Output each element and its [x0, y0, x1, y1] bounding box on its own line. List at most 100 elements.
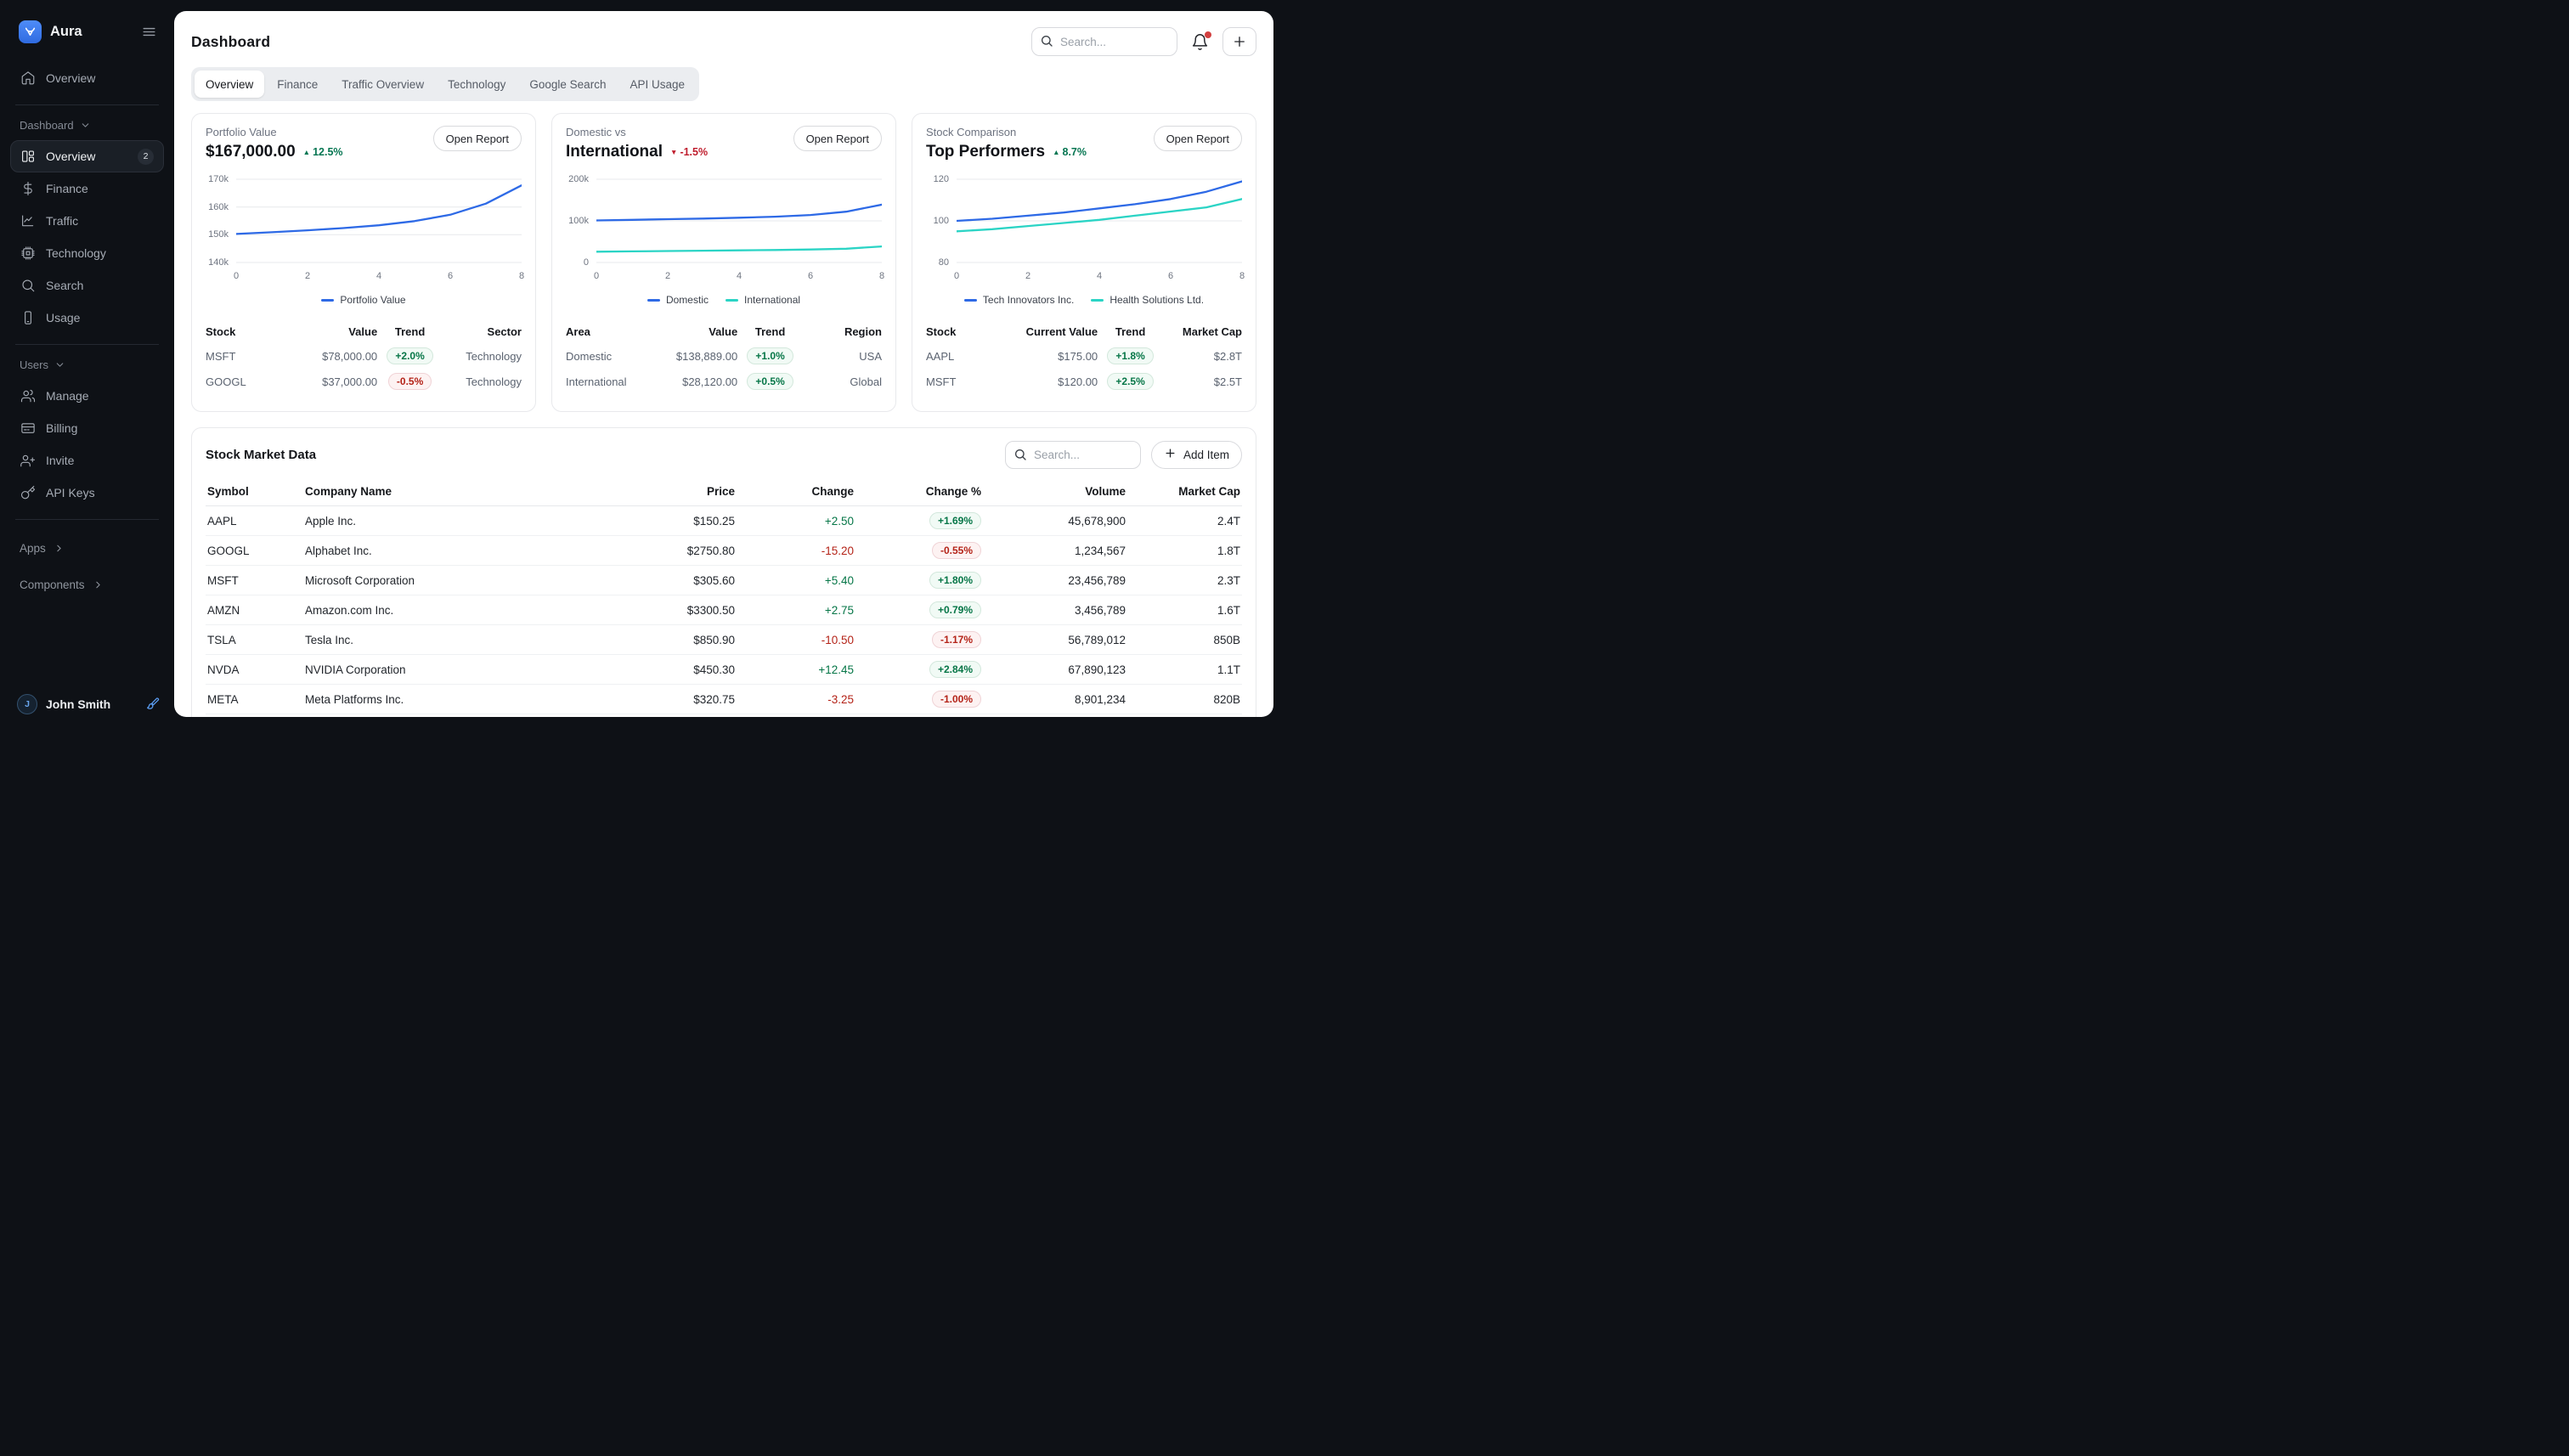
y-tick-label: 80: [939, 257, 949, 268]
y-tick-label: 0: [584, 257, 589, 268]
table-row: AMZN Amazon.com Inc. $3300.50 +2.75 +0.7…: [206, 595, 1242, 625]
sidebar-item-technology[interactable]: Technology: [10, 237, 164, 269]
add-item-button[interactable]: Add Item: [1151, 441, 1242, 469]
cell-company: Apple Inc.: [303, 515, 609, 528]
sidebar-link-apps[interactable]: Apps: [10, 530, 164, 567]
triangle-up-icon: ▲: [303, 149, 310, 156]
cell-company: Alphabet Inc.: [303, 545, 609, 557]
stat-card-2: Stock Comparison Top Performers ▲8.7% Op…: [912, 113, 1256, 412]
paintbrush-icon[interactable]: [144, 697, 161, 713]
cell-volume: 23,456,789: [983, 574, 1127, 587]
cell-symbol: GOOGL: [206, 545, 303, 557]
notification-dot: [1205, 31, 1211, 38]
chevron-down-icon: [54, 359, 65, 370]
sidebar-link-components[interactable]: Components: [10, 567, 164, 603]
card-title: $167,000.00: [206, 143, 296, 161]
x-tick-label: 2: [305, 271, 310, 281]
sidebar-item-billing[interactable]: Billing: [10, 412, 164, 444]
sidebar-item-usage[interactable]: Usage: [10, 302, 164, 334]
card-table-row: GOOGL$37,000.00-0.5%Technology: [206, 369, 522, 394]
cell-change-pct: -1.00%: [855, 691, 983, 708]
cell-volume: 8,901,234: [983, 693, 1127, 706]
card-chart: 8010012002468Tech Innovators Inc.Health …: [926, 175, 1242, 308]
cell-volume: 1,234,567: [983, 545, 1127, 557]
sidebar-item-traffic[interactable]: Traffic: [10, 205, 164, 237]
tab-google-search[interactable]: Google Search: [518, 71, 617, 98]
search-icon: [1013, 448, 1027, 461]
cell-company: Meta Platforms Inc.: [303, 693, 609, 706]
cell-price: $2750.80: [609, 545, 737, 557]
bell-icon[interactable]: [1191, 33, 1209, 51]
y-tick-label: 100k: [568, 216, 589, 226]
open-report-button[interactable]: Open Report: [793, 126, 882, 151]
plus-icon: [1164, 447, 1177, 462]
cell-market-cap: 1.6T: [1127, 604, 1242, 617]
legend-item: International: [726, 292, 800, 308]
sidebar-item-invite[interactable]: Invite: [10, 444, 164, 477]
x-tick-label: 8: [519, 271, 524, 281]
card-table: StockValueTrendSectorMSFT$78,000.00+2.0%…: [206, 319, 522, 394]
card-chart: 0100k200k02468DomesticInternational: [566, 175, 882, 308]
stat-card-1: Domestic vs International ▼-1.5% Open Re…: [551, 113, 896, 412]
sidebar-item-overview[interactable]: Overview: [10, 62, 164, 94]
legend-swatch-icon: [726, 299, 738, 302]
legend-item: Tech Innovators Inc.: [964, 292, 1074, 308]
trend-pill: +1.80%: [929, 572, 981, 589]
cell-price: $305.60: [609, 574, 737, 587]
add-button[interactable]: [1222, 27, 1256, 56]
open-report-button[interactable]: Open Report: [433, 126, 522, 151]
sidebar-section-users[interactable]: Users: [10, 355, 164, 380]
y-tick-label: 200k: [568, 174, 589, 184]
cell-change: +5.40: [737, 574, 855, 587]
cell-symbol: TSLA: [206, 634, 303, 646]
trend-pill: +2.0%: [387, 347, 432, 364]
card-title: Top Performers: [926, 143, 1045, 161]
users-icon: [20, 388, 36, 404]
sidebar-section-dashboard[interactable]: Dashboard: [10, 116, 164, 140]
cell-price: $3300.50: [609, 604, 737, 617]
cell-change: +2.75: [737, 604, 855, 617]
search-icon: [20, 278, 36, 293]
layout-icon: [20, 149, 36, 164]
open-report-button[interactable]: Open Report: [1154, 126, 1242, 151]
tab-traffic-overview[interactable]: Traffic Overview: [330, 71, 435, 98]
table-row: NVDA NVIDIA Corporation $450.30 +12.45 +…: [206, 655, 1242, 685]
user-row[interactable]: J John Smith: [17, 694, 161, 714]
cell-change: -15.20: [737, 545, 855, 557]
chevron-right-icon: [54, 543, 65, 554]
trend-pill: +1.0%: [747, 347, 793, 364]
x-tick-label: 6: [448, 271, 453, 281]
sidebar-item-search[interactable]: Search: [10, 269, 164, 302]
sidebar-item-manage[interactable]: Manage: [10, 380, 164, 412]
main-panel: Dashboard OverviewFinanceTraffic Overvie…: [174, 11, 1273, 717]
card-table-header: StockCurrent ValueTrendMarket Cap: [926, 319, 1242, 343]
chart-legend: Portfolio Value: [206, 292, 522, 308]
menu-icon[interactable]: [141, 24, 157, 40]
tab-api-usage[interactable]: API Usage: [618, 71, 696, 98]
home-icon: [20, 71, 36, 86]
market-card: Stock Market Data Add Item SymbolCompany…: [191, 427, 1256, 717]
key-icon: [20, 485, 36, 500]
table-row: MSFT Microsoft Corporation $305.60 +5.40…: [206, 566, 1242, 595]
smartphone-icon: [20, 310, 36, 325]
tab-finance[interactable]: Finance: [266, 71, 329, 98]
tab-technology[interactable]: Technology: [437, 71, 517, 98]
tab-overview[interactable]: Overview: [195, 71, 264, 98]
trend-pill: +2.84%: [929, 661, 981, 678]
x-tick-label: 6: [1168, 271, 1173, 281]
x-tick-label: 0: [594, 271, 599, 281]
legend-item: Domestic: [647, 292, 709, 308]
sidebar-item-finance[interactable]: Finance: [10, 172, 164, 205]
cell-price: $850.90: [609, 634, 737, 646]
x-tick-label: 6: [808, 271, 813, 281]
header-actions: [1031, 27, 1256, 56]
y-tick-label: 150k: [208, 229, 229, 240]
card-trend: ▲12.5%: [303, 146, 343, 158]
sidebar-item-overview[interactable]: Overview2: [10, 140, 164, 172]
card-table-row: MSFT$120.00+2.5%$2.5T: [926, 369, 1242, 394]
menu-icon: [141, 24, 157, 40]
table-row: TSLA Tesla Inc. $850.90 -10.50 -1.17% 56…: [206, 625, 1242, 655]
sidebar: Aura OverviewDashboardOverview2FinanceTr…: [0, 0, 174, 728]
trend-pill: -1.17%: [932, 631, 981, 648]
sidebar-item-api-keys[interactable]: API Keys: [10, 477, 164, 509]
